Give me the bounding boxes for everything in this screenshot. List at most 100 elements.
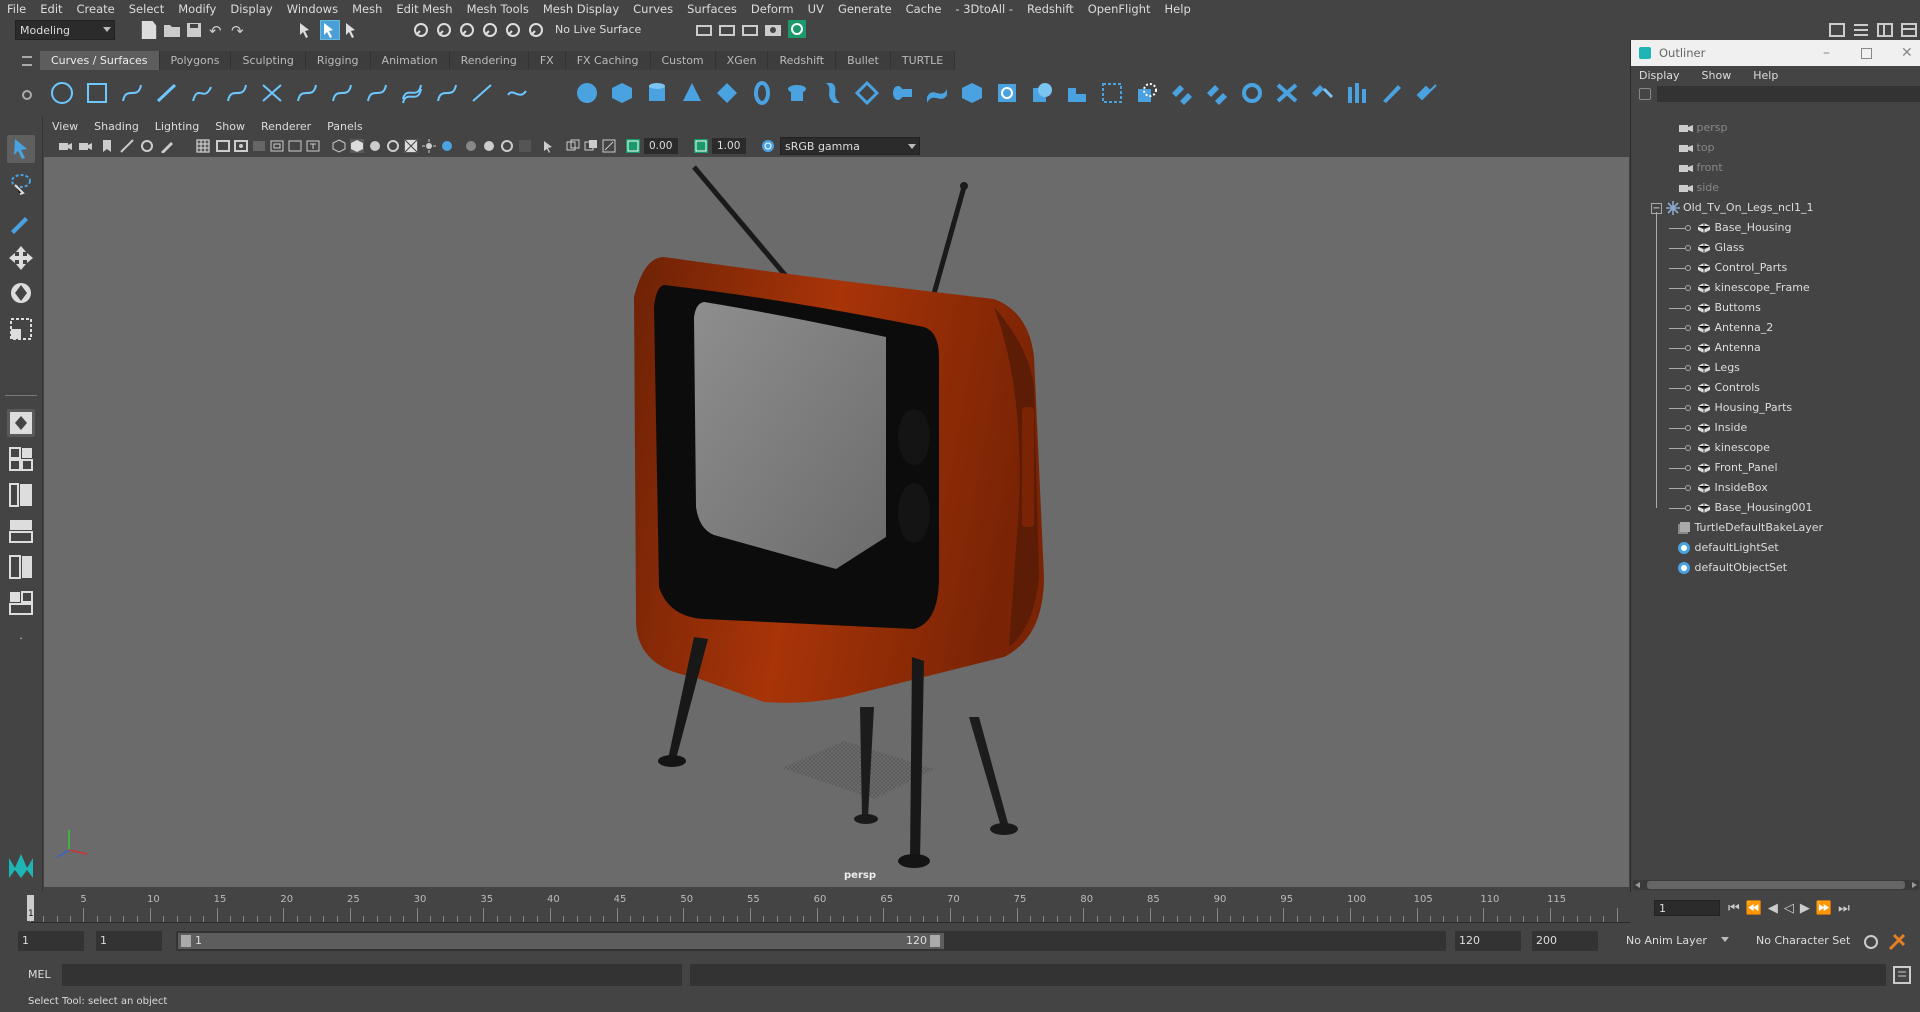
shelf-tab-curves-surfaces[interactable]: Curves / Surfaces [40, 51, 160, 70]
insert-knot-icon[interactable] [330, 81, 354, 105]
use-all-lights-icon[interactable] [422, 139, 436, 153]
lasso-tool-icon[interactable] [7, 171, 35, 199]
expand-dot-icon[interactable] [1685, 465, 1691, 471]
more-layouts-icon[interactable]: · [7, 625, 35, 653]
image-plane-icon[interactable] [120, 139, 134, 153]
step-back-key-icon[interactable]: ⏪ [1746, 901, 1768, 916]
menu-modify[interactable]: Modify [171, 2, 223, 16]
expand-dot-icon[interactable] [1685, 385, 1691, 391]
detach-surfaces-icon[interactable] [1205, 81, 1229, 105]
command-input[interactable] [62, 964, 682, 986]
time-slider[interactable]: 5 10 15 20 25 30 35 40 45 50 55 60 65 70 75 80 85 90 95 100… [0, 892, 1920, 924]
outliner-item-inside[interactable]: Inside [1669, 418, 1747, 438]
menu-file[interactable]: File [0, 2, 33, 16]
open-close-surface-icon[interactable] [1240, 81, 1264, 105]
maximize-button[interactable] [1861, 48, 1872, 59]
outliner-filter-icon[interactable] [1639, 88, 1651, 100]
sculpt-geometry-icon[interactable] [1380, 81, 1404, 105]
add-points-icon[interactable] [470, 81, 494, 105]
menu-surfaces[interactable]: Surfaces [680, 2, 744, 16]
undo-icon[interactable]: ↶ [209, 22, 227, 40]
revolve-icon[interactable] [785, 81, 809, 105]
attribute-editor-toggle-icon[interactable] [1852, 21, 1870, 39]
bookmark-icon[interactable] [100, 139, 114, 153]
snap-grid-icon[interactable] [412, 21, 430, 39]
range-end-grip[interactable] [930, 935, 940, 947]
expand-dot-icon[interactable] [1685, 345, 1691, 351]
x-ray-icon[interactable] [566, 139, 580, 153]
resolution-gate-icon[interactable] [234, 139, 248, 153]
film-gate-icon[interactable] [216, 139, 230, 153]
outliner-item-group[interactable]: − Old_Tv_On_Legs_ncl1_1 [1651, 198, 1814, 218]
anim-prefs-icon[interactable] [1888, 933, 1906, 951]
curve-edit-icon[interactable] [505, 81, 529, 105]
exposure-field[interactable]: 0.00 [644, 138, 678, 154]
grease-pencil-icon[interactable] [160, 139, 174, 154]
insert-isoparm-icon[interactable] [1275, 81, 1299, 105]
anim-end-field[interactable]: 200 [1532, 931, 1598, 951]
nurbs-torus-icon[interactable] [750, 81, 774, 105]
menu-deform[interactable]: Deform [744, 2, 801, 16]
character-set-dropdown[interactable]: No Character Set [1752, 931, 1862, 951]
screen-space-ao-icon[interactable] [464, 139, 478, 153]
open-scene-icon[interactable] [163, 22, 181, 40]
shadows-icon[interactable] [440, 139, 454, 153]
outliner-search-input[interactable] [1657, 86, 1920, 102]
expand-dot-icon[interactable] [1685, 365, 1691, 371]
menu-windows[interactable]: Windows [280, 2, 345, 16]
color-management-icon[interactable] [761, 139, 775, 153]
scroll-right-icon[interactable] [1912, 882, 1917, 888]
outliner-item-top[interactable]: top [1679, 138, 1715, 158]
script-editor-icon[interactable] [1893, 966, 1911, 984]
nurbs-cone-icon[interactable] [680, 81, 704, 105]
safe-action-icon[interactable] [288, 139, 302, 153]
move-tool-icon[interactable] [7, 243, 35, 271]
outliner-item-base-housing001[interactable]: Base_Housing001 [1669, 498, 1813, 518]
extrude-icon[interactable] [890, 81, 914, 105]
shelf-tab-turtle[interactable]: TURTLE [890, 51, 956, 70]
viewport-menu-shading[interactable]: Shading [86, 120, 147, 133]
new-scene-icon[interactable] [141, 21, 157, 39]
x-ray-joints-icon[interactable] [602, 139, 616, 153]
four-view-layout-icon[interactable] [7, 445, 35, 473]
boolean-icon[interactable] [1135, 81, 1159, 105]
smooth-shade-icon[interactable] [350, 139, 364, 153]
snap-surface-icon[interactable] [504, 21, 522, 39]
range-start-grip[interactable] [181, 935, 191, 947]
expand-dot-icon[interactable] [1685, 325, 1691, 331]
rotate-tool-icon[interactable] [7, 279, 35, 307]
current-time-marker[interactable]: 1 [27, 895, 34, 921]
nurbs-plane-icon[interactable] [715, 81, 739, 105]
script-language-label[interactable]: MEL [28, 968, 51, 981]
render-view-icon[interactable] [788, 20, 806, 38]
view-transform-dropdown[interactable]: sRGB gamma [780, 137, 920, 155]
motion-blur-icon[interactable] [482, 139, 496, 153]
scale-tool-icon[interactable] [7, 315, 35, 343]
untrim-icon[interactable] [1100, 81, 1124, 105]
expand-dot-icon[interactable] [1685, 245, 1691, 251]
detach-curves-icon[interactable] [295, 81, 319, 105]
shelf-tab-polygons[interactable]: Polygons [159, 51, 232, 70]
step-forward-frame-icon[interactable]: ⏩ [1816, 901, 1838, 916]
outliner-item-controls[interactable]: Controls [1669, 378, 1760, 398]
render-frame-icon[interactable] [695, 21, 713, 39]
2d-pan-zoom-icon[interactable] [140, 139, 154, 153]
menu-redshift[interactable]: Redshift [1020, 2, 1081, 16]
rebuild-curve-icon[interactable] [435, 81, 459, 105]
menu-mesh[interactable]: Mesh [345, 2, 389, 16]
workspace-icon[interactable] [1828, 21, 1846, 39]
select-component-icon[interactable] [343, 21, 361, 39]
depth-of-field-icon[interactable] [518, 139, 532, 153]
viewport-menu-panels[interactable]: Panels [319, 120, 370, 133]
menu-cache[interactable]: Cache [899, 2, 949, 16]
field-chart-icon[interactable] [270, 139, 284, 153]
outliner-item-antenna-2[interactable]: Antenna_2 [1669, 318, 1773, 338]
nurbs-circle-icon[interactable] [50, 81, 74, 105]
project-curve-icon[interactable] [995, 81, 1019, 105]
auto-key-icon[interactable] [1862, 933, 1880, 951]
timeline-track[interactable]: 5 10 15 20 25 30 35 40 45 50 55 60 65 70 75 80 85 90 95 100… [30, 894, 1630, 923]
offset-curve-icon[interactable] [400, 81, 424, 105]
pencil-curve-tool-icon[interactable] [190, 81, 214, 105]
shelf-tab-fx[interactable]: FX [528, 51, 566, 70]
outliner-item-persp[interactable]: persp [1679, 118, 1728, 138]
